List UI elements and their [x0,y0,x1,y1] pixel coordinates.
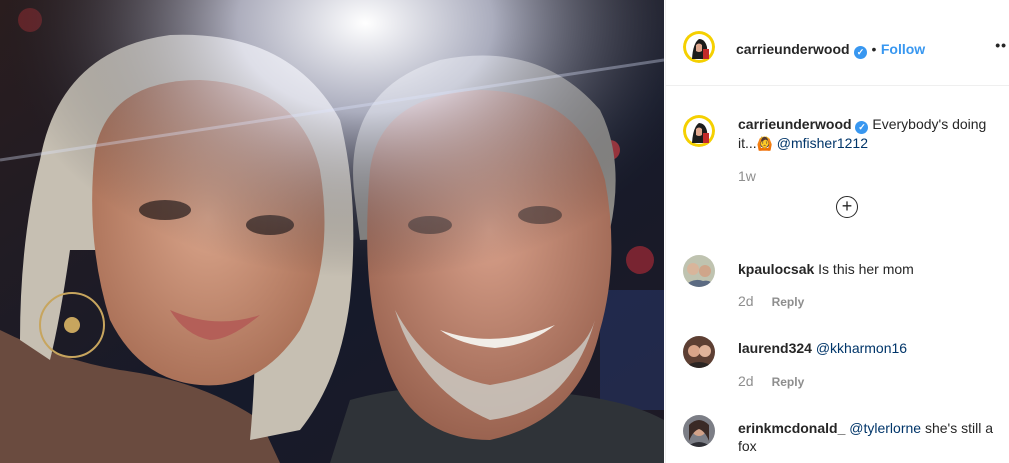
verified-badge-icon: ✓ [855,121,869,134]
caption-text: carrieunderwood ✓ Everybody's doing it..… [738,115,1003,153]
reply-button[interactable]: Reply [772,375,805,389]
separator-dot: • [871,41,877,57]
comments-panel: carrieunderwood ✓ • Follow •• carrieunde… [665,0,1009,463]
verified-badge-icon: ✓ [854,46,868,59]
author-username[interactable]: carrieunderwood [736,41,850,57]
comment-mention-link[interactable]: @tylerlorne [849,420,921,436]
comment-text: kpaulocsak Is this her mom [738,260,1003,278]
follow-button[interactable]: Follow [881,41,925,57]
commenter-avatar[interactable] [683,255,715,287]
load-more-comments-icon[interactable]: + [836,196,858,218]
comment-timestamp[interactable]: 2d [738,293,754,309]
comment-meta: 2d Reply [738,373,804,389]
comment-username[interactable]: laurend324 [738,340,812,356]
commenter-avatar[interactable] [683,415,715,447]
comment-body: Is this her mom [818,261,914,277]
comment-username[interactable]: erinkmcdonald_ [738,420,845,436]
person-gesturing-ok-emoji: 🙆 [756,136,773,151]
comment-meta: 2d Reply [738,293,804,309]
comment-timestamp[interactable]: 2d [738,373,754,389]
caption-username[interactable]: carrieunderwood [738,116,852,132]
caption-timestamp[interactable]: 1w [738,168,756,184]
comment-mention-link[interactable]: @kkharmon16 [816,340,907,356]
comment-username[interactable]: kpaulocsak [738,261,814,277]
post-header: carrieunderwood ✓ • Follow •• [666,9,1009,86]
reply-button[interactable]: Reply [772,295,805,309]
comment-text: erinkmcdonald_ @tylerlorne she's still a… [738,419,1003,455]
comment-text: laurend324 @kkharmon16 [738,339,1003,357]
caption-avatar[interactable] [683,115,715,147]
caption-mention-link[interactable]: @mfisher1212 [777,135,868,151]
post-photo[interactable] [0,0,664,463]
commenter-avatar[interactable] [683,336,715,368]
author-avatar[interactable] [683,31,715,63]
more-options-icon[interactable]: •• [995,37,1007,53]
